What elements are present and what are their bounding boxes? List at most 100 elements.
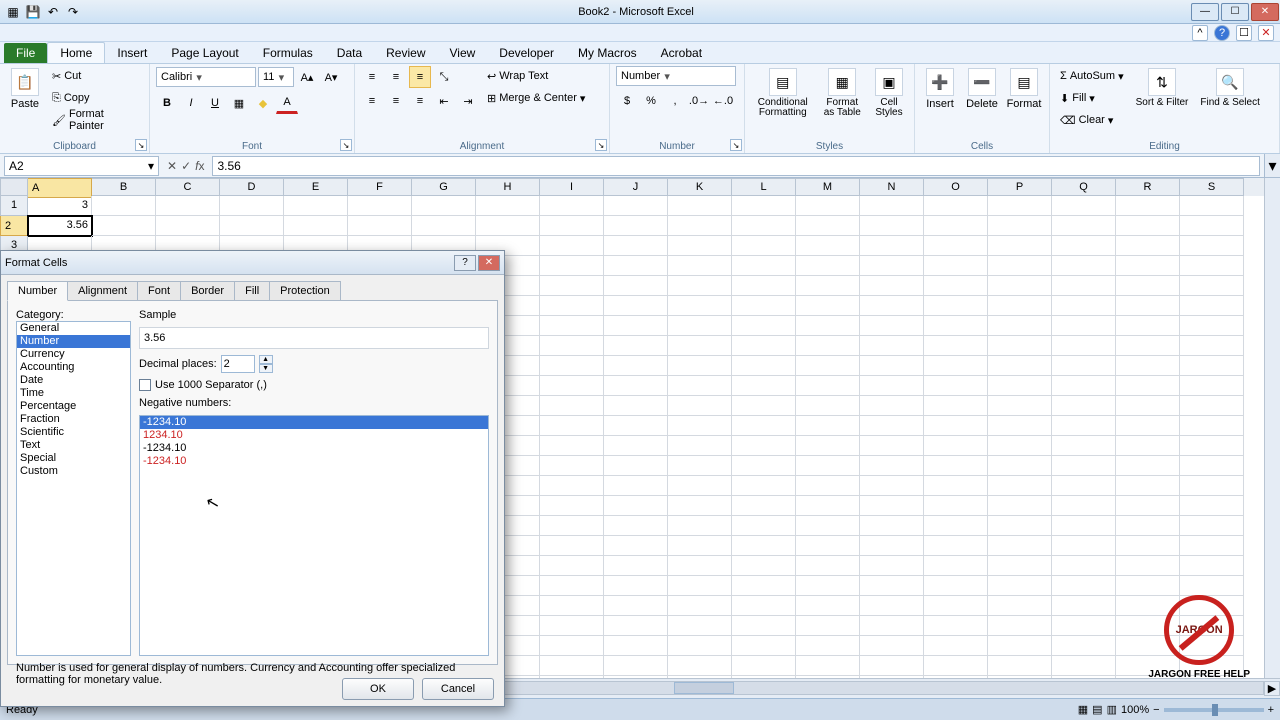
cell[interactable]: [924, 236, 988, 256]
cell[interactable]: [796, 456, 860, 476]
cell[interactable]: [1116, 536, 1180, 556]
minimize-ribbon-icon[interactable]: ^: [1192, 25, 1208, 41]
cell[interactable]: [668, 496, 732, 516]
cell[interactable]: [1180, 436, 1244, 456]
cell[interactable]: [924, 476, 988, 496]
cell[interactable]: [924, 416, 988, 436]
cell[interactable]: [540, 316, 604, 336]
cell[interactable]: [1180, 296, 1244, 316]
cell[interactable]: [860, 276, 924, 296]
cell[interactable]: [796, 436, 860, 456]
cell[interactable]: [796, 356, 860, 376]
cell[interactable]: [924, 496, 988, 516]
increase-decimal-icon[interactable]: .0→: [688, 90, 710, 112]
cell[interactable]: [1116, 296, 1180, 316]
cell[interactable]: [1180, 456, 1244, 476]
cell[interactable]: [1180, 476, 1244, 496]
cell[interactable]: [988, 376, 1052, 396]
column-header[interactable]: D: [220, 178, 284, 196]
cell[interactable]: [924, 516, 988, 536]
dialog-tab-number[interactable]: Number: [7, 281, 68, 301]
cell[interactable]: [220, 216, 284, 236]
cell[interactable]: [796, 236, 860, 256]
cell[interactable]: [860, 496, 924, 516]
cell[interactable]: [604, 476, 668, 496]
cell[interactable]: [1052, 556, 1116, 576]
cell[interactable]: [1052, 516, 1116, 536]
cell[interactable]: [732, 456, 796, 476]
cell[interactable]: [732, 356, 796, 376]
cell[interactable]: [988, 576, 1052, 596]
negative-option[interactable]: -1234.10: [140, 416, 488, 429]
cell[interactable]: [732, 236, 796, 256]
cell[interactable]: [668, 616, 732, 636]
row-header[interactable]: 1: [0, 196, 28, 216]
cell[interactable]: [1052, 436, 1116, 456]
cell[interactable]: [540, 236, 604, 256]
dialog-tab-border[interactable]: Border: [180, 281, 235, 301]
cell[interactable]: [604, 416, 668, 436]
cell[interactable]: [604, 236, 668, 256]
align-top-icon[interactable]: ≡: [361, 66, 383, 88]
cell[interactable]: [796, 596, 860, 616]
cell[interactable]: [220, 196, 284, 216]
cell[interactable]: [604, 276, 668, 296]
align-bottom-icon[interactable]: ≡: [409, 66, 431, 88]
cell[interactable]: [924, 276, 988, 296]
cell[interactable]: [796, 296, 860, 316]
cell[interactable]: [604, 616, 668, 636]
cell[interactable]: [540, 256, 604, 276]
cell[interactable]: [668, 356, 732, 376]
cell[interactable]: [412, 196, 476, 216]
view-normal-icon[interactable]: ▦: [1078, 703, 1088, 716]
cell[interactable]: [732, 616, 796, 636]
cell[interactable]: [1116, 276, 1180, 296]
cell[interactable]: [1180, 236, 1244, 256]
close-workbook-icon[interactable]: ✕: [1258, 25, 1274, 41]
cell[interactable]: [668, 276, 732, 296]
cell[interactable]: [924, 576, 988, 596]
fill-color-button[interactable]: ◆: [252, 92, 274, 114]
insert-cells-button[interactable]: ➕Insert: [921, 66, 959, 112]
cell[interactable]: [1052, 316, 1116, 336]
cell[interactable]: [796, 476, 860, 496]
restore-icon[interactable]: ☐: [1236, 25, 1252, 41]
tab-data[interactable]: Data: [325, 43, 374, 63]
cell[interactable]: [92, 196, 156, 216]
save-icon[interactable]: 💾: [24, 3, 42, 21]
cell[interactable]: [1180, 196, 1244, 216]
cell[interactable]: [860, 656, 924, 676]
undo-icon[interactable]: ↶: [44, 3, 62, 21]
cell[interactable]: [796, 636, 860, 656]
column-header[interactable]: I: [540, 178, 604, 196]
dialog-tab-fill[interactable]: Fill: [234, 281, 270, 301]
cell[interactable]: [668, 476, 732, 496]
dialog-tab-font[interactable]: Font: [137, 281, 181, 301]
cell[interactable]: [668, 396, 732, 416]
cell[interactable]: [1180, 536, 1244, 556]
cell[interactable]: [860, 576, 924, 596]
cell[interactable]: [1052, 576, 1116, 596]
cell[interactable]: [1116, 456, 1180, 476]
cell[interactable]: [476, 196, 540, 216]
column-header[interactable]: C: [156, 178, 220, 196]
cell[interactable]: [796, 516, 860, 536]
cell[interactable]: [860, 316, 924, 336]
category-option[interactable]: Fraction: [17, 413, 130, 426]
cell[interactable]: [1052, 356, 1116, 376]
cell[interactable]: [540, 596, 604, 616]
cell[interactable]: [732, 416, 796, 436]
zoom-out-icon[interactable]: −: [1153, 704, 1159, 716]
dialog-tab-alignment[interactable]: Alignment: [67, 281, 138, 301]
cell[interactable]: [540, 616, 604, 636]
cell[interactable]: [1116, 316, 1180, 336]
zoom-in-icon[interactable]: +: [1268, 704, 1274, 716]
cell[interactable]: [860, 616, 924, 636]
category-option[interactable]: General: [17, 322, 130, 335]
increase-font-icon[interactable]: A▴: [296, 66, 318, 88]
name-box[interactable]: A2▾: [4, 156, 159, 176]
cell[interactable]: [860, 296, 924, 316]
scroll-right-icon[interactable]: ▶: [1264, 681, 1280, 696]
cell[interactable]: [1052, 416, 1116, 436]
cell-styles-button[interactable]: ▣Cell Styles: [870, 66, 908, 120]
